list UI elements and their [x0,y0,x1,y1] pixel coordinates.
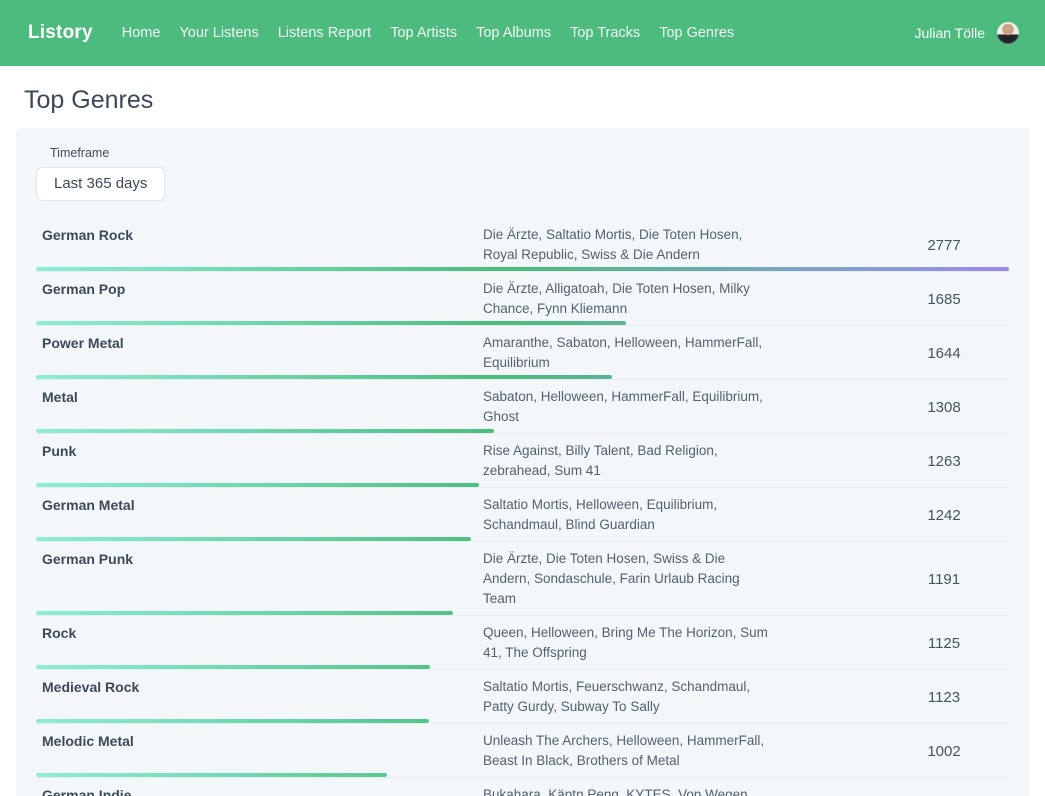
genre-bar-track [36,719,1009,723]
genre-row: Metal Sabaton, Helloween, HammerFall, Eq… [36,380,1009,434]
timeframe-filter: Timeframe Last 365 days [36,146,1009,201]
genre-bar-track [36,537,1009,541]
genre-bar-track [36,375,1009,379]
nav-item-home[interactable]: Home [122,25,161,41]
genre-top-artists: Die Ärzte, Alligatoah, Die Toten Hosen, … [483,279,775,319]
genre-row: German Punk Die Ärzte, Die Toten Hosen, … [36,542,1009,616]
genre-name: German Punk [36,549,483,609]
nav-item-top-tracks[interactable]: Top Tracks [570,25,640,41]
genre-listen-count: 1123 [879,689,1009,706]
genre-row: Power Metal Amaranthe, Sabaton, Hellowee… [36,326,1009,380]
genre-row: Medieval Rock Saltatio Mortis, Feuerschw… [36,670,1009,724]
nav-item-top-artists[interactable]: Top Artists [390,25,457,41]
genre-row: German Metal Saltatio Mortis, Helloween,… [36,488,1009,542]
genre-name: Punk [36,441,483,481]
genre-row: German Pop Die Ärzte, Alligatoah, Die To… [36,272,1009,326]
genre-row: German Rock Die Ärzte, Saltatio Mortis, … [36,218,1009,272]
genre-listen-count: 1191 [879,571,1009,588]
genre-bar-track [36,321,1009,325]
genre-listen-count: 1685 [879,291,1009,308]
genre-top-artists: Sabaton, Helloween, HammerFall, Equilibr… [483,387,775,427]
genre-top-artists: Bukahara, Käptn Peng, KYTES, Von Wegen L… [483,785,775,796]
genre-listen-count: 1308 [879,399,1009,416]
timeframe-select[interactable]: Last 365 days [36,167,165,201]
genre-bar [36,719,429,723]
genre-bar-track [36,483,1009,487]
genre-bar [36,483,479,487]
user-chip[interactable]: Julian Tölle [914,22,1019,44]
genre-top-artists: Queen, Helloween, Bring Me The Horizon, … [483,623,775,663]
genre-table: German Rock Die Ärzte, Saltatio Mortis, … [36,218,1009,796]
genre-name: Rock [36,623,483,663]
genre-bar-track [36,267,1009,271]
genre-top-artists: Die Ärzte, Saltatio Mortis, Die Toten Ho… [483,225,775,265]
genre-bar [36,321,626,325]
genre-name: Power Metal [36,333,483,373]
genre-listen-count: 1002 [879,743,1009,760]
genre-listen-count: 1644 [879,345,1009,362]
genre-name: Melodic Metal [36,731,483,771]
user-avatar[interactable] [997,22,1019,44]
genre-bar [36,665,430,669]
nav-item-listens-report[interactable]: Listens Report [278,25,372,41]
genre-name: Metal [36,387,483,427]
top-navbar: Listory Home Your Listens Listens Report To… [0,0,1045,66]
genre-name: German Pop [36,279,483,319]
genre-bar-track [36,611,1009,615]
genre-top-artists: Amaranthe, Sabaton, Helloween, HammerFal… [483,333,775,373]
top-genres-card: Timeframe Last 365 days German Rock Die … [16,128,1029,796]
genre-bar-track [36,665,1009,669]
genre-bar [36,429,494,433]
genre-row: Punk Rise Against, Billy Talent, Bad Rel… [36,434,1009,488]
genre-name: German Rock [36,225,483,265]
genre-top-artists: Unleash The Archers, Helloween, HammerFa… [483,731,775,771]
genre-name: Medieval Rock [36,677,483,717]
genre-listen-count: 1125 [879,635,1009,652]
nav-item-top-albums[interactable]: Top Albums [476,25,551,41]
brand-logo[interactable]: Listory [28,22,93,44]
genre-top-artists: Rise Against, Billy Talent, Bad Religion… [483,441,775,481]
genre-listen-count: 1263 [879,453,1009,470]
nav-item-top-genres[interactable]: Top Genres [659,25,734,41]
nav-item-your-listens[interactable]: Your Listens [179,25,258,41]
genre-name: German Indie [36,785,483,796]
genre-top-artists: Saltatio Mortis, Helloween, Equilibrium,… [483,495,775,535]
user-name: Julian Tölle [914,25,985,41]
genre-bar [36,375,612,379]
genre-name: German Metal [36,495,483,535]
genre-top-artists: Saltatio Mortis, Feuerschwanz, Schandmau… [483,677,775,717]
genre-row: Melodic Metal Unleash The Archers, Hello… [36,724,1009,778]
genre-top-artists: Die Ärzte, Die Toten Hosen, Swiss & Die … [483,549,775,609]
genre-bar-track [36,773,1009,777]
page-title: Top Genres [24,86,1045,115]
genre-bar-track [36,429,1009,433]
timeframe-label: Timeframe [50,146,1009,160]
genre-listen-count: 2777 [879,237,1009,254]
genre-bar [36,267,1009,271]
genre-bar [36,611,453,615]
genre-row: Rock Queen, Helloween, Bring Me The Hori… [36,616,1009,670]
genre-bar [36,537,471,541]
genre-bar [36,773,387,777]
genre-listen-count: 1242 [879,507,1009,524]
nav-links: Home Your Listens Listens Report Top Artist… [122,25,886,41]
genre-row: German Indie Bukahara, Käptn Peng, KYTES… [36,778,1009,796]
